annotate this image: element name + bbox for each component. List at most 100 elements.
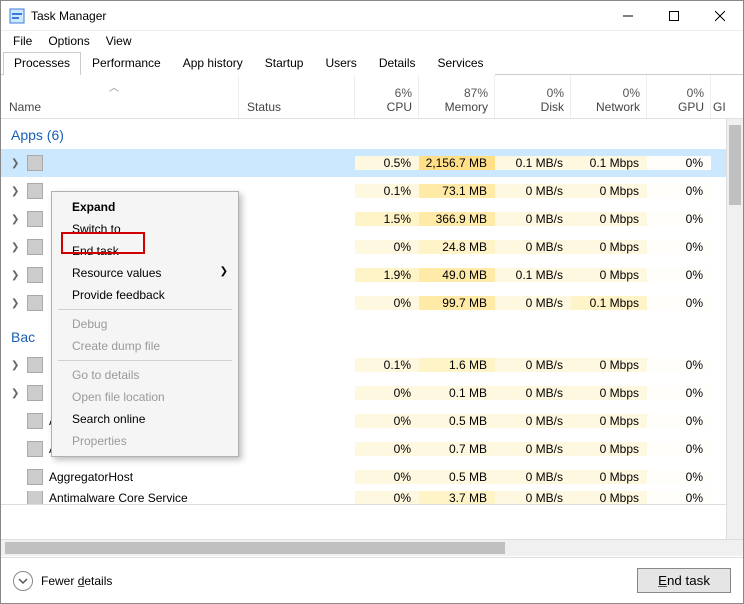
horizontal-scrollbar[interactable] [1, 539, 743, 556]
process-icon [27, 357, 43, 373]
col-disk[interactable]: 0% Disk [495, 75, 571, 118]
process-icon [27, 267, 43, 283]
process-icon [27, 441, 43, 457]
tab-startup[interactable]: Startup [254, 52, 315, 75]
ctx-provide-feedback[interactable]: Provide feedback [54, 284, 236, 306]
ctx-open-file-location: Open file location [54, 386, 236, 408]
process-icon [27, 155, 43, 171]
close-button[interactable] [697, 1, 743, 31]
ctx-create-dump: Create dump file [54, 335, 236, 357]
expand-chevron-icon[interactable]: ❯ [11, 270, 21, 281]
gpu-cell: 0% [647, 442, 711, 456]
memory-cell: 73.1 MB [419, 184, 495, 198]
end-task-button[interactable]: End task [637, 568, 731, 593]
network-cell: 0 Mbps [571, 414, 647, 428]
maximize-button[interactable] [651, 1, 697, 31]
ctx-switch-to[interactable]: Switch to [54, 218, 236, 240]
menu-options[interactable]: Options [40, 32, 97, 50]
gpu-cell: 0% [647, 296, 711, 310]
col-cpu[interactable]: 6% CPU [355, 75, 419, 118]
minimize-button[interactable] [605, 1, 651, 31]
cpu-cell: 0% [355, 296, 419, 310]
memory-usage-pct: 87% [425, 86, 488, 100]
process-icon [27, 183, 43, 199]
process-icon [27, 295, 43, 311]
tab-processes[interactable]: Processes [3, 52, 81, 75]
network-cell: 0 Mbps [571, 240, 647, 254]
memory-cell: 0.5 MB [419, 414, 495, 428]
ctx-resource-values[interactable]: Resource values ❯ [54, 262, 236, 284]
hscrollbar-thumb[interactable] [5, 542, 505, 554]
network-cell: 0.1 Mbps [571, 156, 647, 170]
col-truncated[interactable]: GI [711, 75, 731, 118]
cpu-cell: 0% [355, 442, 419, 456]
disk-cell: 0 MB/s [495, 184, 571, 198]
expand-chevron-icon[interactable]: ❯ [11, 360, 21, 371]
col-gp-label: GI [713, 100, 726, 114]
disk-cell: 0 MB/s [495, 414, 571, 428]
cpu-cell: 0% [355, 491, 419, 505]
tab-services[interactable]: Services [427, 52, 495, 75]
table-row[interactable]: Antimalware Core Service0%3.7 MB0 MB/s0 … [1, 491, 743, 505]
cpu-usage-pct: 6% [361, 86, 412, 100]
col-name[interactable]: ︿ Name [1, 75, 239, 118]
tab-strip: Processes Performance App history Startu… [1, 51, 743, 75]
network-cell: 0 Mbps [571, 470, 647, 484]
expand-chevron-icon[interactable]: ❯ [11, 298, 21, 309]
collapse-icon [13, 571, 33, 591]
cpu-cell: 0.1% [355, 184, 419, 198]
scrollbar-thumb[interactable] [729, 125, 741, 205]
memory-cell: 3.7 MB [419, 491, 495, 505]
sort-indicator-icon: ︿ [109, 79, 119, 94]
ctx-expand[interactable]: Expand [54, 196, 236, 218]
col-status[interactable]: Status [239, 75, 355, 118]
col-name-label: Name [9, 100, 230, 114]
memory-cell: 366.9 MB [419, 212, 495, 226]
expand-chevron-icon[interactable]: ❯ [11, 242, 21, 253]
disk-usage-pct: 0% [501, 86, 564, 100]
ctx-separator [58, 360, 232, 361]
gpu-cell: 0% [647, 240, 711, 254]
expand-chevron-icon[interactable]: ❯ [11, 186, 21, 197]
fewer-details-button[interactable]: Fewer details [13, 571, 112, 591]
cpu-cell: 0% [355, 414, 419, 428]
expand-chevron-icon[interactable]: ❯ [11, 388, 21, 399]
disk-cell: 0 MB/s [495, 296, 571, 310]
menu-file[interactable]: File [5, 32, 40, 50]
memory-cell: 49.0 MB [419, 268, 495, 282]
ctx-end-task[interactable]: End task [54, 240, 236, 262]
table-row[interactable]: AggregatorHost0%0.5 MB0 MB/s0 Mbps0% [1, 463, 743, 491]
process-name: AggregatorHost [49, 470, 133, 484]
col-network[interactable]: 0% Network [571, 75, 647, 118]
memory-cell: 99.7 MB [419, 296, 495, 310]
col-gpu[interactable]: 0% GPU [647, 75, 711, 118]
expand-chevron-icon[interactable]: ❯ [11, 158, 21, 169]
memory-cell: 0.1 MB [419, 386, 495, 400]
tab-users[interactable]: Users [314, 52, 367, 75]
process-name-cell: ❯ [1, 155, 239, 171]
network-cell: 0 Mbps [571, 442, 647, 456]
vertical-scrollbar[interactable] [726, 119, 743, 539]
col-network-label: Network [577, 100, 640, 114]
menu-view[interactable]: View [98, 32, 140, 50]
ctx-search-online[interactable]: Search online [54, 408, 236, 430]
context-menu: Expand Switch to End task Resource value… [51, 191, 239, 457]
gpu-cell: 0% [647, 386, 711, 400]
network-cell: 0 Mbps [571, 386, 647, 400]
tab-app-history[interactable]: App history [172, 52, 254, 75]
tab-performance[interactable]: Performance [81, 52, 172, 75]
memory-cell: 24.8 MB [419, 240, 495, 254]
tab-details[interactable]: Details [368, 52, 427, 75]
col-cpu-label: CPU [361, 100, 412, 114]
disk-cell: 0 MB/s [495, 470, 571, 484]
table-row[interactable]: ❯0.5%2,156.7 MB0.1 MB/s0.1 Mbps0% [1, 149, 743, 177]
expand-chevron-icon[interactable]: ❯ [11, 214, 21, 225]
gpu-cell: 0% [647, 491, 711, 505]
memory-cell: 1.6 MB [419, 358, 495, 372]
process-icon [27, 491, 43, 505]
memory-cell: 0.7 MB [419, 442, 495, 456]
group-apps[interactable]: Apps (6) [1, 119, 743, 149]
cpu-cell: 0.1% [355, 358, 419, 372]
col-memory[interactable]: 87% Memory [419, 75, 495, 118]
process-name-cell: Antimalware Core Service [1, 491, 239, 505]
